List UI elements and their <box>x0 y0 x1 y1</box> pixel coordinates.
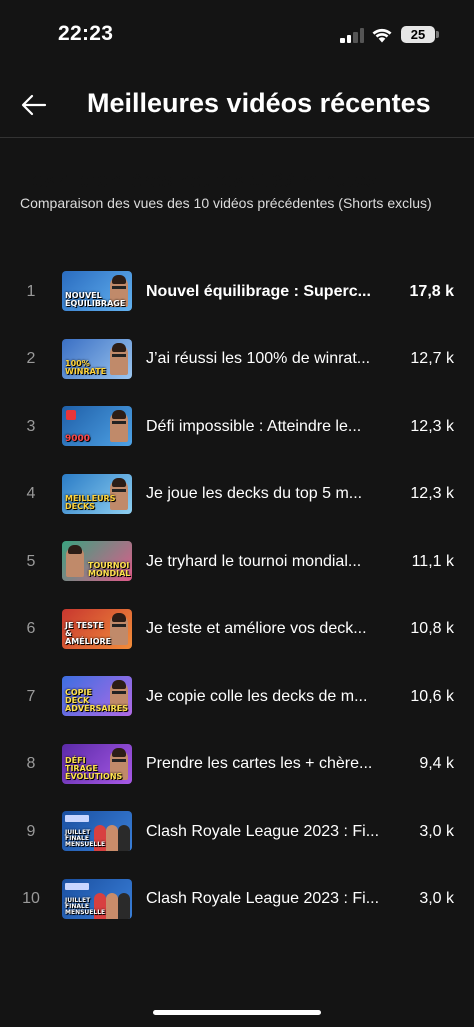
video-title: J’ai réussi les 100% de winrat... <box>146 350 371 368</box>
video-list: 1 NOUVEL ÉQUILIBRAGE Nouvel équilibrage … <box>0 258 474 933</box>
view-count: 3,0 k <box>419 890 454 908</box>
video-title: Je copie colle les decks de m... <box>146 687 368 705</box>
view-count: 12,3 k <box>410 417 454 435</box>
view-count: 12,7 k <box>410 350 454 368</box>
rank-number: 5 <box>26 552 36 570</box>
rank-number: 10 <box>22 890 40 908</box>
top-app-bar: Meilleures vidéos récentes <box>0 72 474 138</box>
home-indicator[interactable] <box>153 1010 321 1015</box>
rank-number: 8 <box>26 755 36 773</box>
view-count: 11,1 k <box>411 552 454 570</box>
thumbnail-text: COPIE DECK ADVERSAIRES <box>65 688 128 713</box>
video-title: Prendre les cartes les + chère... <box>146 755 373 773</box>
video-row[interactable]: 9 JUILLET FINALE MENSUELLE Clash Royale … <box>0 798 474 866</box>
arrow-left-icon <box>21 94 47 116</box>
rank-number: 6 <box>26 620 36 638</box>
video-row[interactable]: 10 JUILLET FINALE MENSUELLE Clash Royale… <box>0 866 474 934</box>
video-row[interactable]: 3 9000 Défi impossible : Atteindre le...… <box>0 393 474 461</box>
video-title: Clash Royale League 2023 : Fi... <box>146 890 380 908</box>
rank-number: 7 <box>26 687 36 705</box>
view-count: 10,8 k <box>410 620 454 638</box>
video-thumbnail: JE TESTE & AMÉLIORE <box>62 608 132 649</box>
rank-number: 1 <box>26 282 36 300</box>
section-subtitle: Comparaison des vues des 10 vidéos précé… <box>20 195 432 211</box>
video-title: Je teste et améliore vos deck... <box>146 620 367 638</box>
video-row[interactable]: 5 TOURNOI MONDIAL Je tryhard le tournoi … <box>0 528 474 596</box>
thumbnail-text: TOURNOI MONDIAL <box>88 561 131 578</box>
video-thumbnail: 9000 <box>62 406 132 446</box>
status-time: 22:23 <box>58 22 114 45</box>
rank-number: 2 <box>26 350 36 368</box>
video-row[interactable]: 2 100% WINRATE J’ai réussi les 100% de w… <box>0 326 474 394</box>
view-count: 3,0 k <box>419 822 454 840</box>
thumbnail-text: JE TESTE & AMÉLIORE <box>65 620 112 646</box>
section-title: Les 4 premières heures et 39 minutes <box>20 170 377 192</box>
battery-tip <box>436 31 439 38</box>
video-title: Je joue les decks du top 5 m... <box>146 485 363 503</box>
page-title: Meilleures vidéos récentes <box>87 88 431 118</box>
rank-number: 4 <box>26 485 36 503</box>
video-thumbnail: NOUVEL ÉQUILIBRAGE <box>62 271 132 311</box>
thumbnail-text: DÉFI TIRAGE ÉVOLUTIONS <box>65 755 123 781</box>
status-bar: 22:23 25 <box>0 0 474 70</box>
thumbnail-text: NOUVEL ÉQUILIBRAGE <box>65 291 126 308</box>
cellular-signal-icon <box>340 28 366 43</box>
video-title: Je tryhard le tournoi mondial... <box>146 552 362 570</box>
video-row[interactable]: 1 NOUVEL ÉQUILIBRAGE Nouvel équilibrage … <box>0 258 474 326</box>
view-count: 12,3 k <box>410 485 454 503</box>
thumbnail-text: JUILLET FINALE MENSUELLE <box>65 896 106 916</box>
video-title: Clash Royale League 2023 : Fi... <box>146 822 380 840</box>
wifi-icon <box>372 28 392 43</box>
thumbnail-text: JUILLET FINALE MENSUELLE <box>65 829 106 848</box>
view-count: 9,4 k <box>419 755 454 773</box>
video-thumbnail: MEILLEURS DECKS <box>62 473 132 514</box>
thumbnail-text: MEILLEURS DECKS <box>65 493 116 511</box>
rank-number: 3 <box>26 417 36 435</box>
video-thumbnail: COPIE DECK ADVERSAIRES <box>62 676 132 716</box>
video-row[interactable]: 7 COPIE DECK ADVERSAIRES Je copie colle … <box>0 663 474 731</box>
video-row[interactable]: 4 MEILLEURS DECKS Je joue les decks du t… <box>0 461 474 529</box>
battery-icon: 25 <box>401 26 435 43</box>
view-count: 17,8 k <box>409 282 454 300</box>
rank-number: 9 <box>26 822 36 840</box>
video-thumbnail: 100% WINRATE <box>62 338 132 379</box>
video-title: Nouvel équilibrage : Superc... <box>146 282 371 300</box>
video-thumbnail: JUILLET FINALE MENSUELLE <box>62 811 132 851</box>
back-button[interactable] <box>16 88 52 122</box>
video-title: Défi impossible : Atteindre le... <box>146 417 362 435</box>
thumbnail-text: 100% WINRATE <box>65 358 107 376</box>
video-row[interactable]: 6 JE TESTE & AMÉLIORE Je teste et amélio… <box>0 596 474 664</box>
video-thumbnail: DÉFI TIRAGE ÉVOLUTIONS <box>62 743 132 784</box>
screen: 22:23 25 Meilleures vidéos récentes Les … <box>0 0 474 1027</box>
video-thumbnail: JUILLET FINALE MENSUELLE <box>62 878 132 919</box>
view-count: 10,6 k <box>410 687 454 705</box>
thumbnail-text: 9000 <box>65 434 91 444</box>
video-thumbnail: TOURNOI MONDIAL <box>62 541 132 581</box>
video-row[interactable]: 8 DÉFI TIRAGE ÉVOLUTIONS Prendre les car… <box>0 731 474 799</box>
